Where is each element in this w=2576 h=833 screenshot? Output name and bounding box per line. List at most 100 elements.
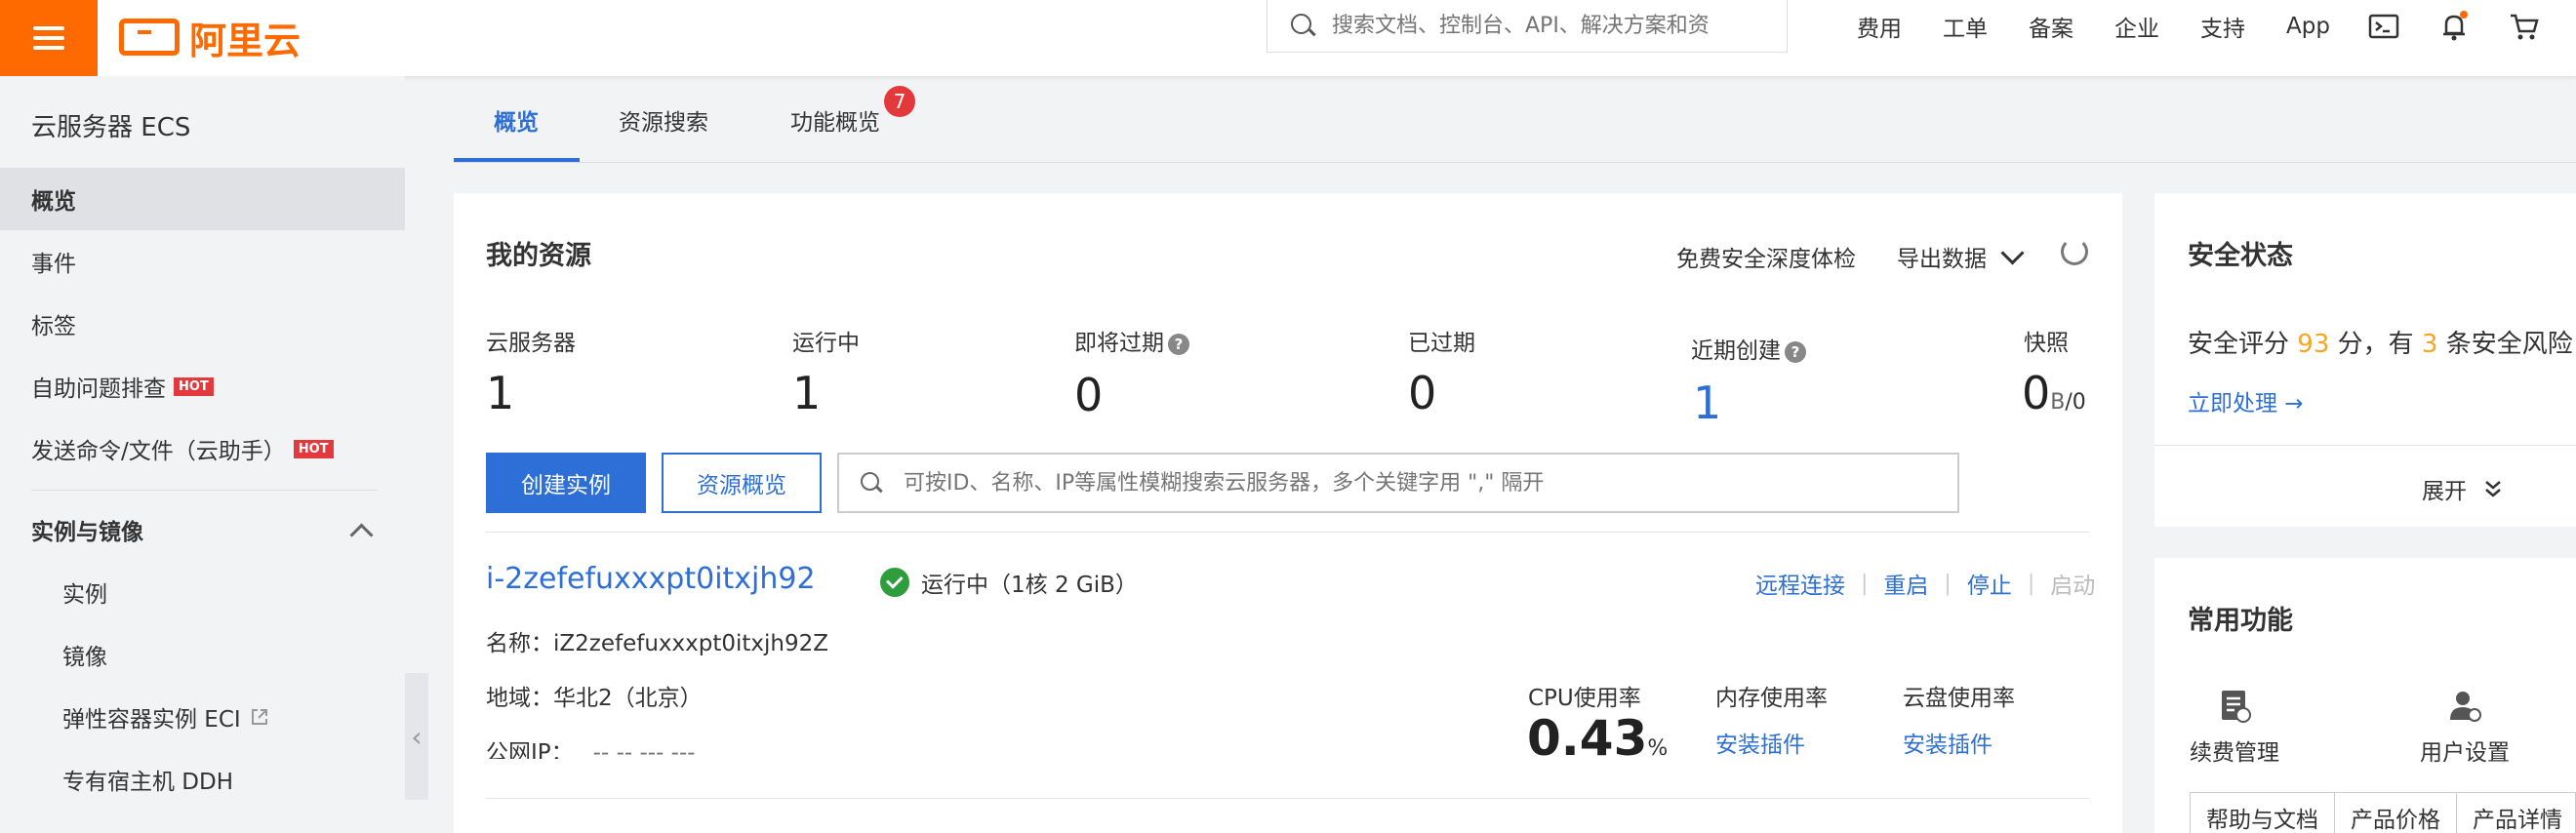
- stat-label-expiring: 即将过期?: [1074, 324, 1189, 357]
- terminal-icon[interactable]: [2367, 10, 2400, 43]
- sidebar-item-eci[interactable]: 弹性容器实例 ECI: [0, 686, 405, 748]
- disk-install-plugin-link[interactable]: 安装插件: [1903, 726, 1992, 759]
- sidebar-section-instances[interactable]: 实例与镜像: [0, 498, 405, 561]
- instance-region: 地域：华北2（北京）: [486, 679, 703, 712]
- tab-overview[interactable]: 概览: [494, 103, 539, 137]
- separator: |: [1861, 571, 1869, 596]
- cpu-unit: %: [1647, 736, 1669, 761]
- free-security-check-link[interactable]: 免费安全深度体检: [1676, 240, 1856, 273]
- cpu-usage-label: CPU使用率: [1528, 686, 1641, 711]
- divider: [2154, 445, 2576, 446]
- help-tabs: 帮助与文档 产品价格 产品详情: [2190, 792, 2576, 833]
- start-link: 启动: [2050, 574, 2096, 599]
- handle-now-link[interactable]: 立即处理 →: [2188, 384, 2304, 417]
- separator: |: [2027, 571, 2035, 596]
- tab-help-docs[interactable]: 帮助与文档: [2191, 793, 2335, 833]
- renewal-management-link[interactable]: 续费管理: [2190, 734, 2279, 767]
- sidebar-item-label: 事件: [31, 252, 76, 277]
- sidebar-item-self-diagnose[interactable]: 自助问题排查 HOT: [0, 355, 405, 417]
- security-status-title: 安全状态: [2188, 241, 2293, 271]
- instance-status: 运行中 （1核 2 GiB）: [880, 566, 1138, 599]
- instance-public-ip: 公网IP： -- -- --- ---: [486, 734, 696, 759]
- stat-label-expired: 已过期: [1408, 331, 1475, 356]
- stat-value-recent[interactable]: 1: [1693, 377, 1721, 429]
- risk-count: 3: [2421, 330, 2438, 359]
- help-icon[interactable]: ?: [1785, 340, 1806, 363]
- external-link-icon: [251, 709, 267, 725]
- field-value: iZ2zefefuxxxpt0itxjh92Z: [553, 631, 829, 656]
- cart-icon[interactable]: [2508, 10, 2541, 43]
- tab-resource-search[interactable]: 资源搜索: [619, 103, 708, 137]
- nav-ticket[interactable]: 工单: [1943, 0, 1988, 53]
- active-tab-indicator: [454, 158, 580, 162]
- stat-value-snapshot[interactable]: 0B/0: [2022, 367, 2086, 419]
- instance-name: 名称：iZ2zefefuxxxpt0itxjh92Z: [486, 624, 828, 657]
- tab-product-detail[interactable]: 产品详情: [2457, 793, 2575, 833]
- create-instance-button[interactable]: 创建实例: [486, 453, 646, 513]
- snapshot-value: 0: [2022, 367, 2051, 419]
- tab-bar: [454, 76, 2576, 163]
- bell-icon[interactable]: [2437, 10, 2471, 43]
- stop-link[interactable]: 停止: [1967, 567, 2012, 600]
- sidebar-section-label: 实例与镜像: [31, 520, 143, 545]
- remote-connect-link[interactable]: 远程连接: [1755, 567, 1845, 600]
- instance-id-link[interactable]: i-2zefefuxxxpt0itxjh92: [486, 562, 816, 596]
- stat-label-recent: 近期创建?: [1691, 332, 1806, 365]
- menu-icon[interactable]: [0, 0, 98, 76]
- export-data-label: 导出数据: [1897, 247, 1987, 272]
- nav-enterprise[interactable]: 企业: [2114, 0, 2159, 53]
- sidebar-item-label: 标签: [31, 314, 76, 339]
- search-icon: [1289, 12, 1316, 39]
- stat-value-expiring[interactable]: 0: [1074, 369, 1103, 421]
- check-circle-icon: [880, 568, 909, 597]
- sidebar-item-events[interactable]: 事件: [0, 230, 405, 293]
- expand-toggle[interactable]: 展开: [2422, 472, 2506, 505]
- security-score-text: 安全评分 93 分，有 3 条安全风险: [2188, 324, 2576, 360]
- sidebar-item-cloud-assistant[interactable]: 发送命令/文件（云助手） HOT: [0, 417, 405, 480]
- tab-feature-overview[interactable]: 功能概览: [790, 103, 880, 137]
- stat-value-running[interactable]: 1: [792, 367, 821, 419]
- logo-text: 阿里云: [189, 19, 302, 62]
- sidebar-item-image[interactable]: 镜像: [0, 623, 405, 686]
- sidebar-item-ddh[interactable]: 专有宿主机 DDH: [0, 748, 405, 811]
- nav-billing[interactable]: 费用: [1857, 0, 1902, 53]
- sidebar-item-instance[interactable]: 实例: [0, 561, 405, 623]
- global-search[interactable]: [1267, 0, 1788, 53]
- resource-overview-button[interactable]: 资源概览: [662, 453, 822, 513]
- chevron-up-icon: [349, 523, 374, 547]
- sidebar-item-label: 概览: [31, 189, 76, 215]
- instance-filter[interactable]: [837, 453, 1959, 513]
- chevron-down-icon: [2000, 240, 2025, 265]
- memory-install-plugin-link[interactable]: 安装插件: [1715, 726, 1805, 759]
- search-icon: [859, 470, 884, 496]
- instance-spec: （1核 2 GiB）: [988, 573, 1138, 598]
- score-text: 分，有: [2337, 330, 2414, 359]
- sidebar-collapse-handle[interactable]: ‹: [405, 673, 428, 800]
- sidebar-item-overview[interactable]: 概览: [0, 168, 405, 230]
- double-chevron-down-icon: [2485, 481, 2501, 497]
- stat-value-expired[interactable]: 0: [1408, 367, 1436, 419]
- refresh-icon[interactable]: [2061, 238, 2088, 265]
- tab-product-price[interactable]: 产品价格: [2335, 793, 2457, 833]
- stat-value-servers[interactable]: 1: [486, 367, 514, 419]
- global-search-input[interactable]: [1330, 12, 1763, 39]
- separator: |: [1944, 571, 1952, 596]
- restart-link[interactable]: 重启: [1883, 567, 1928, 600]
- nav-icp[interactable]: 备案: [2029, 0, 2073, 53]
- user-settings-link[interactable]: 用户设置: [2420, 734, 2510, 767]
- sidebar-item-tags[interactable]: 标签: [0, 293, 405, 355]
- help-icon[interactable]: ?: [1168, 333, 1189, 355]
- security-score: 93: [2297, 330, 2330, 359]
- sidebar-item-label: 镜像: [62, 645, 107, 670]
- stat-label-snapshot: 快照: [2024, 331, 2069, 356]
- nav-app[interactable]: App: [2286, 0, 2330, 53]
- nav-support[interactable]: 支持: [2200, 0, 2245, 53]
- memory-usage-label: 内存使用率: [1715, 686, 1828, 711]
- instance-search-input[interactable]: [902, 469, 1940, 496]
- logo[interactable]: 阿里云: [119, 8, 301, 66]
- field-label: 公网IP：: [486, 740, 574, 759]
- sidebar-item-label: 弹性容器实例 ECI: [62, 707, 241, 733]
- export-data-dropdown[interactable]: 导出数据: [1897, 240, 2025, 273]
- field-label: 名称：: [486, 631, 553, 656]
- sidebar-divider: [31, 490, 377, 491]
